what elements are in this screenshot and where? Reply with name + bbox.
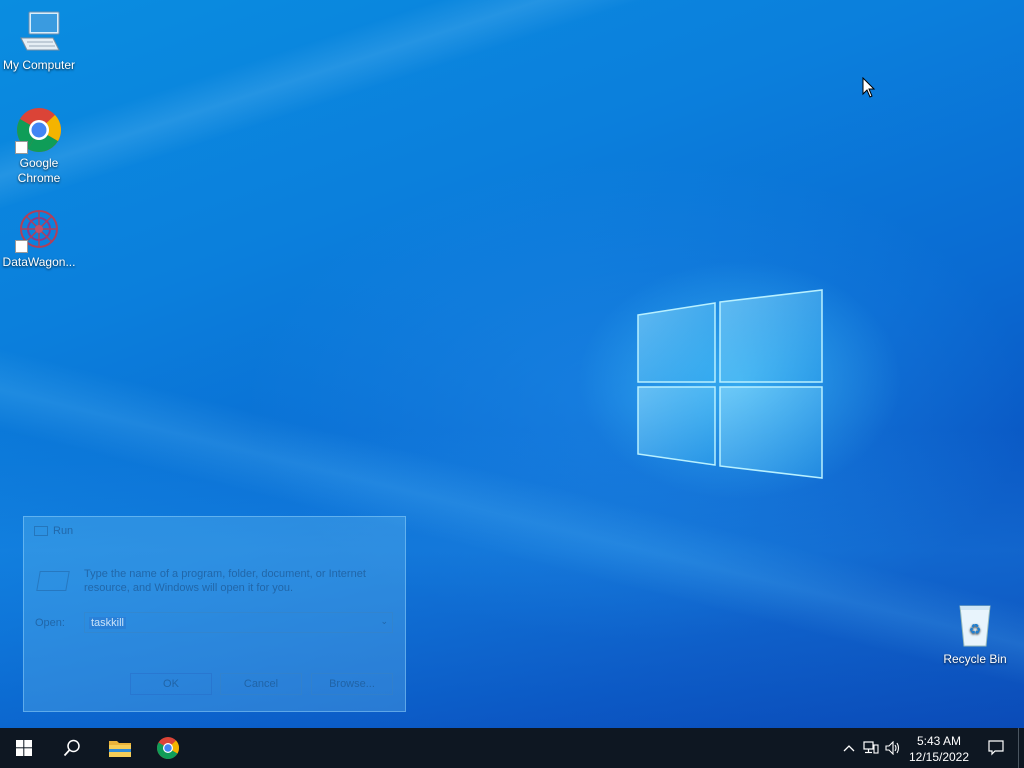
chrome-icon xyxy=(15,106,63,154)
clock-date: 12/15/2022 xyxy=(908,749,970,764)
start-button[interactable] xyxy=(0,728,48,768)
volume-icon[interactable] xyxy=(882,728,904,768)
desktop-icon-label: Recycle Bin xyxy=(943,652,1007,666)
clock-time: 5:43 AM xyxy=(916,733,962,748)
run-program-icon xyxy=(36,571,70,591)
show-desktop-button[interactable] xyxy=(1018,728,1024,768)
desktop-icon-label: DataWagon... xyxy=(2,255,76,269)
run-input-value: taskkill xyxy=(89,616,127,629)
browse-button[interactable]: Browse... xyxy=(311,673,393,695)
run-icon xyxy=(34,526,48,536)
taskbar-clock[interactable]: 5:43 AM 12/15/2022 xyxy=(904,732,974,765)
run-open-label: Open: xyxy=(35,617,65,629)
desktop-icon-my-computer[interactable]: My Computer xyxy=(0,8,78,73)
ok-button[interactable]: OK xyxy=(130,673,212,695)
chevron-up-icon[interactable] xyxy=(838,728,860,768)
windows-logo-wallpaper xyxy=(630,285,830,485)
desktop-icon-google-chrome[interactable]: Google Chrome xyxy=(0,106,78,186)
system-tray: 5:43 AM 12/15/2022 xyxy=(838,728,1024,768)
network-icon[interactable] xyxy=(860,728,882,768)
windows-start-icon xyxy=(16,740,32,756)
file-explorer-icon xyxy=(109,741,131,757)
run-dialog-title: Run xyxy=(53,525,74,537)
desktop-icon-label: Google Chrome xyxy=(17,156,61,185)
taskbar-chrome[interactable] xyxy=(144,728,192,768)
desktop-icon-datawagon[interactable]: DataWagon... xyxy=(0,205,78,270)
run-open-input[interactable]: taskkill ⌄ xyxy=(84,612,393,633)
notification-icon xyxy=(988,740,1004,756)
datawagon-icon xyxy=(15,205,63,253)
search-button[interactable] xyxy=(48,728,96,768)
desktop-icon-recycle-bin[interactable]: ♻ Recycle Bin xyxy=(936,602,1014,667)
search-icon xyxy=(63,739,80,757)
run-dialog-titlebar[interactable]: Run xyxy=(34,525,73,537)
chevron-down-icon[interactable]: ⌄ xyxy=(380,616,388,627)
taskbar-file-explorer[interactable] xyxy=(96,728,144,768)
desktop-icon-label: My Computer xyxy=(2,58,76,72)
shortcut-arrow-icon xyxy=(15,240,28,253)
computer-icon xyxy=(15,8,63,56)
taskbar: 5:43 AM 12/15/2022 xyxy=(0,728,1024,768)
mouse-cursor-icon xyxy=(862,77,876,98)
run-description: Type the name of a program, folder, docu… xyxy=(84,568,366,594)
cancel-button[interactable]: Cancel xyxy=(220,673,302,695)
run-dialog[interactable]: Run Type the name of a program, folder, … xyxy=(23,516,406,712)
recycle-bin-icon: ♻ xyxy=(951,602,999,650)
svg-text:♻: ♻ xyxy=(969,621,982,637)
chrome-icon xyxy=(157,737,179,759)
shortcut-arrow-icon xyxy=(15,141,28,154)
action-center-button[interactable] xyxy=(974,728,1018,768)
